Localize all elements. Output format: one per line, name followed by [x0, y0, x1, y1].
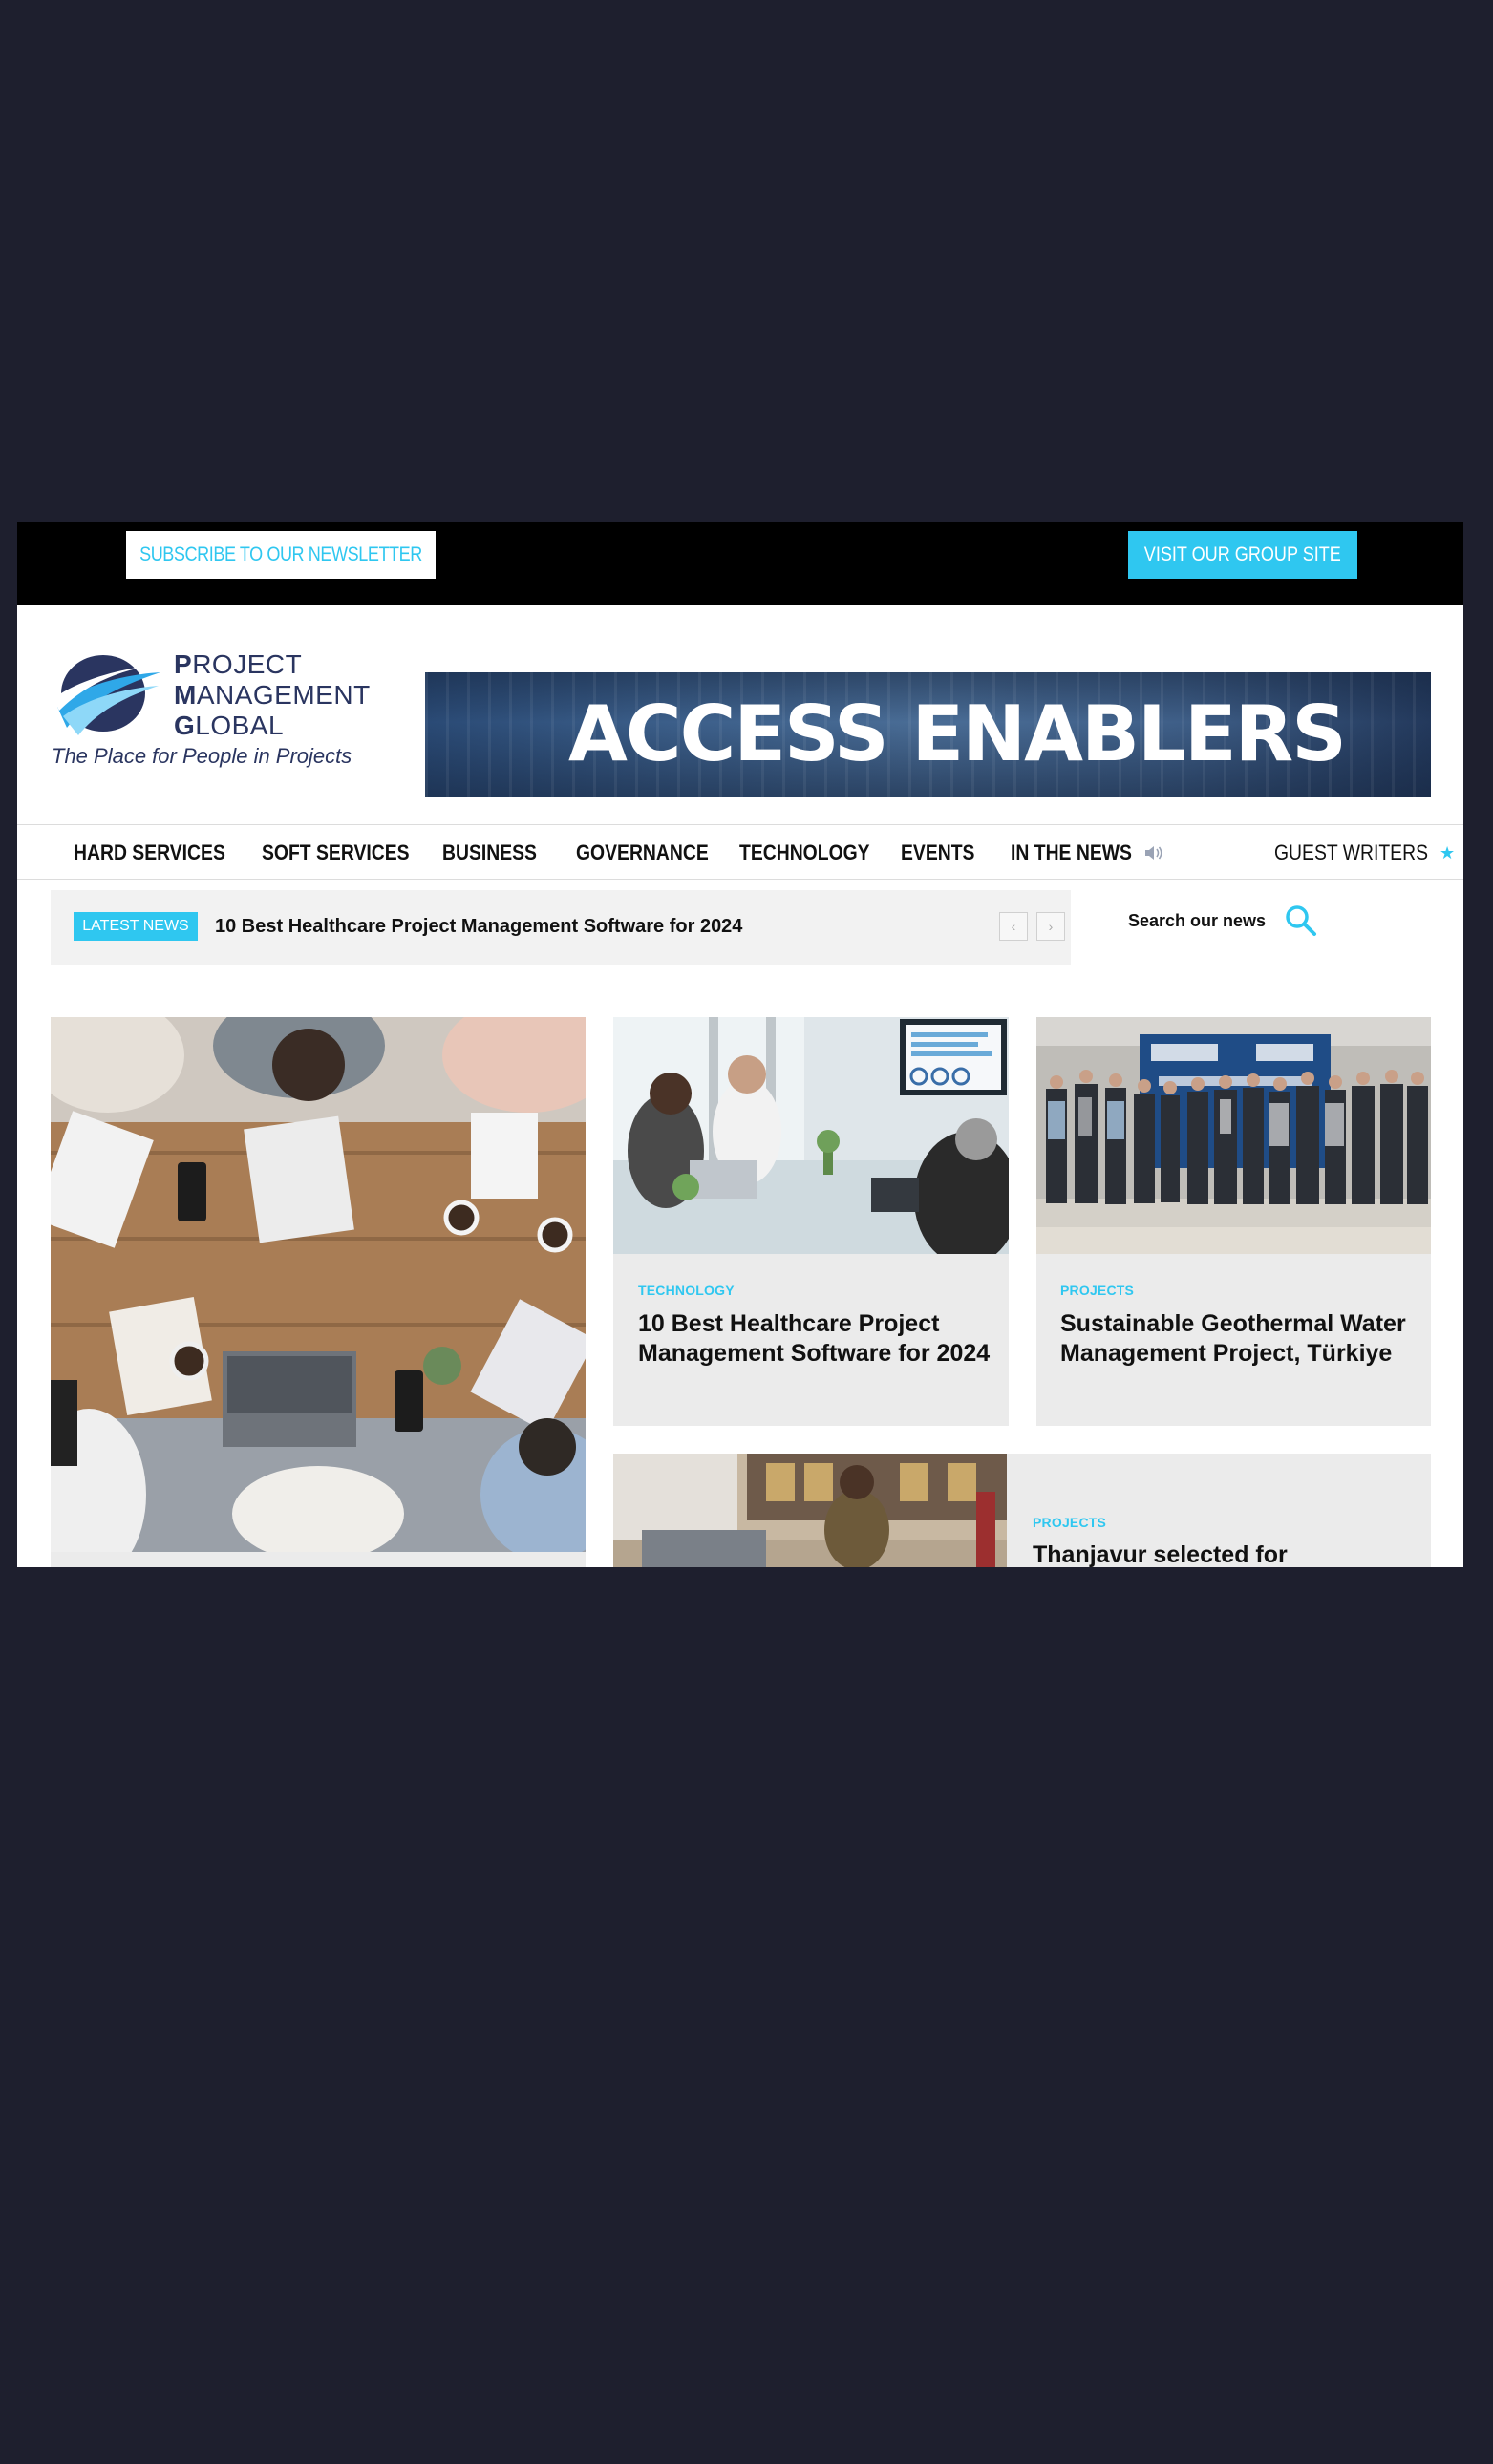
logo-word-management: ANAGEMENT [196, 680, 371, 710]
banner-text: ACCESS ENABLERS [568, 690, 1347, 778]
group-site-label: VISIT OUR GROUP SITE [1143, 543, 1342, 565]
latest-news-badge: LATEST NEWS [74, 912, 198, 941]
article-title[interactable]: Sustainable Geothermal Water Management … [1060, 1309, 1414, 1369]
nav-label: GOVERNANCE [576, 840, 709, 864]
website-frame: SUBSCRIBE TO OUR NEWSLETTER VISIT OUR GR… [17, 522, 1463, 1567]
featured-article-body [51, 1552, 586, 1567]
globe-logo-icon [53, 655, 160, 735]
article-card-geothermal[interactable]: PROJECTS Sustainable Geothermal Water Ma… [1036, 1254, 1431, 1426]
nav-item-hard-services[interactable]: HARD SERVICES [74, 825, 246, 881]
nav-item-soft-services[interactable]: SOFT SERVICES [262, 825, 430, 881]
article-image-geothermal[interactable] [1036, 1017, 1431, 1254]
nav-label: BUSINESS [442, 840, 537, 864]
advertisement-banner[interactable]: ACCESS ENABLERS [425, 672, 1431, 797]
chevron-left-icon: ‹ [1011, 919, 1016, 934]
office-meeting-image [613, 1017, 1009, 1254]
article-card-technology[interactable]: TECHNOLOGY 10 Best Healthcare Project Ma… [613, 1254, 1009, 1426]
nav-label: GUEST WRITERS [1274, 840, 1428, 864]
subscribe-label: SUBSCRIBE TO OUR NEWSLETTER [139, 543, 422, 565]
ticker-headline[interactable]: 10 Best Healthcare Project Management So… [215, 916, 742, 938]
nav-item-events[interactable]: EVENTS [901, 825, 985, 881]
star-icon: ★ [1439, 842, 1456, 862]
article-card-thanjavur[interactable]: PROJECTS Thanjavur selected for [1007, 1454, 1431, 1567]
logo-wordmark: PROJECT MANAGEMENT GLOBAL [174, 649, 371, 741]
logo-tagline: The Place for People in Projects [52, 744, 352, 768]
search-label[interactable]: Search our news [1128, 911, 1266, 931]
workshop-image [613, 1454, 1007, 1567]
nav-item-business[interactable]: BUSINESS [442, 825, 549, 881]
logo-initial-p: P [174, 649, 193, 679]
site-header: PROJECT MANAGEMENT GLOBAL The Place for … [17, 605, 1463, 824]
nav-label: EVENTS [901, 840, 975, 864]
group-photo-image [1036, 1017, 1431, 1254]
speaker-icon [1145, 846, 1162, 860]
main-navigation: HARD SERVICES SOFT SERVICES BUSINESS GOV… [17, 824, 1463, 880]
subscribe-newsletter-button[interactable]: SUBSCRIBE TO OUR NEWSLETTER [126, 531, 436, 579]
nav-label: SOFT SERVICES [262, 840, 410, 864]
article-title[interactable]: 10 Best Healthcare Project Management So… [638, 1309, 992, 1369]
nav-label: TECHNOLOGY [739, 840, 870, 864]
ticker-prev-button[interactable]: ‹ [999, 912, 1028, 941]
latest-news-ticker: LATEST NEWS 10 Best Healthcare Project M… [51, 890, 1071, 965]
article-image-technology[interactable] [613, 1017, 1009, 1254]
article-image-thanjavur[interactable] [613, 1454, 1007, 1567]
nav-item-in-the-news[interactable]: IN THE NEWS [1011, 825, 1163, 881]
chevron-right-icon: › [1048, 919, 1054, 934]
ticker-next-button[interactable]: › [1036, 912, 1065, 941]
nav-label: IN THE NEWS [1011, 840, 1132, 864]
logo-word-global: LOBAL [195, 711, 285, 740]
search-icon[interactable] [1285, 904, 1317, 937]
visit-group-site-button[interactable]: VISIT OUR GROUP SITE [1128, 531, 1357, 579]
site-logo[interactable]: PROJECT MANAGEMENT GLOBAL The Place for … [50, 648, 394, 781]
nav-item-governance[interactable]: GOVERNANCE [576, 825, 727, 881]
nav-item-technology[interactable]: TECHNOLOGY [739, 825, 887, 881]
article-category[interactable]: TECHNOLOGY [638, 1283, 735, 1298]
top-bar: SUBSCRIBE TO OUR NEWSLETTER VISIT OUR GR… [17, 522, 1463, 605]
nav-item-guest-writers[interactable]: GUEST WRITERS ★ [1274, 825, 1455, 881]
article-category[interactable]: PROJECTS [1033, 1515, 1106, 1530]
logo-initial-m: M [174, 680, 197, 710]
logo-initial-g: G [174, 711, 196, 740]
nav-label: HARD SERVICES [74, 840, 225, 864]
logo-word-project: ROJECT [192, 649, 303, 679]
article-title[interactable]: Thanjavur selected for [1033, 1540, 1415, 1567]
article-category[interactable]: PROJECTS [1060, 1283, 1134, 1298]
featured-article-image[interactable] [51, 1017, 586, 1552]
meeting-table-image [51, 1017, 586, 1552]
